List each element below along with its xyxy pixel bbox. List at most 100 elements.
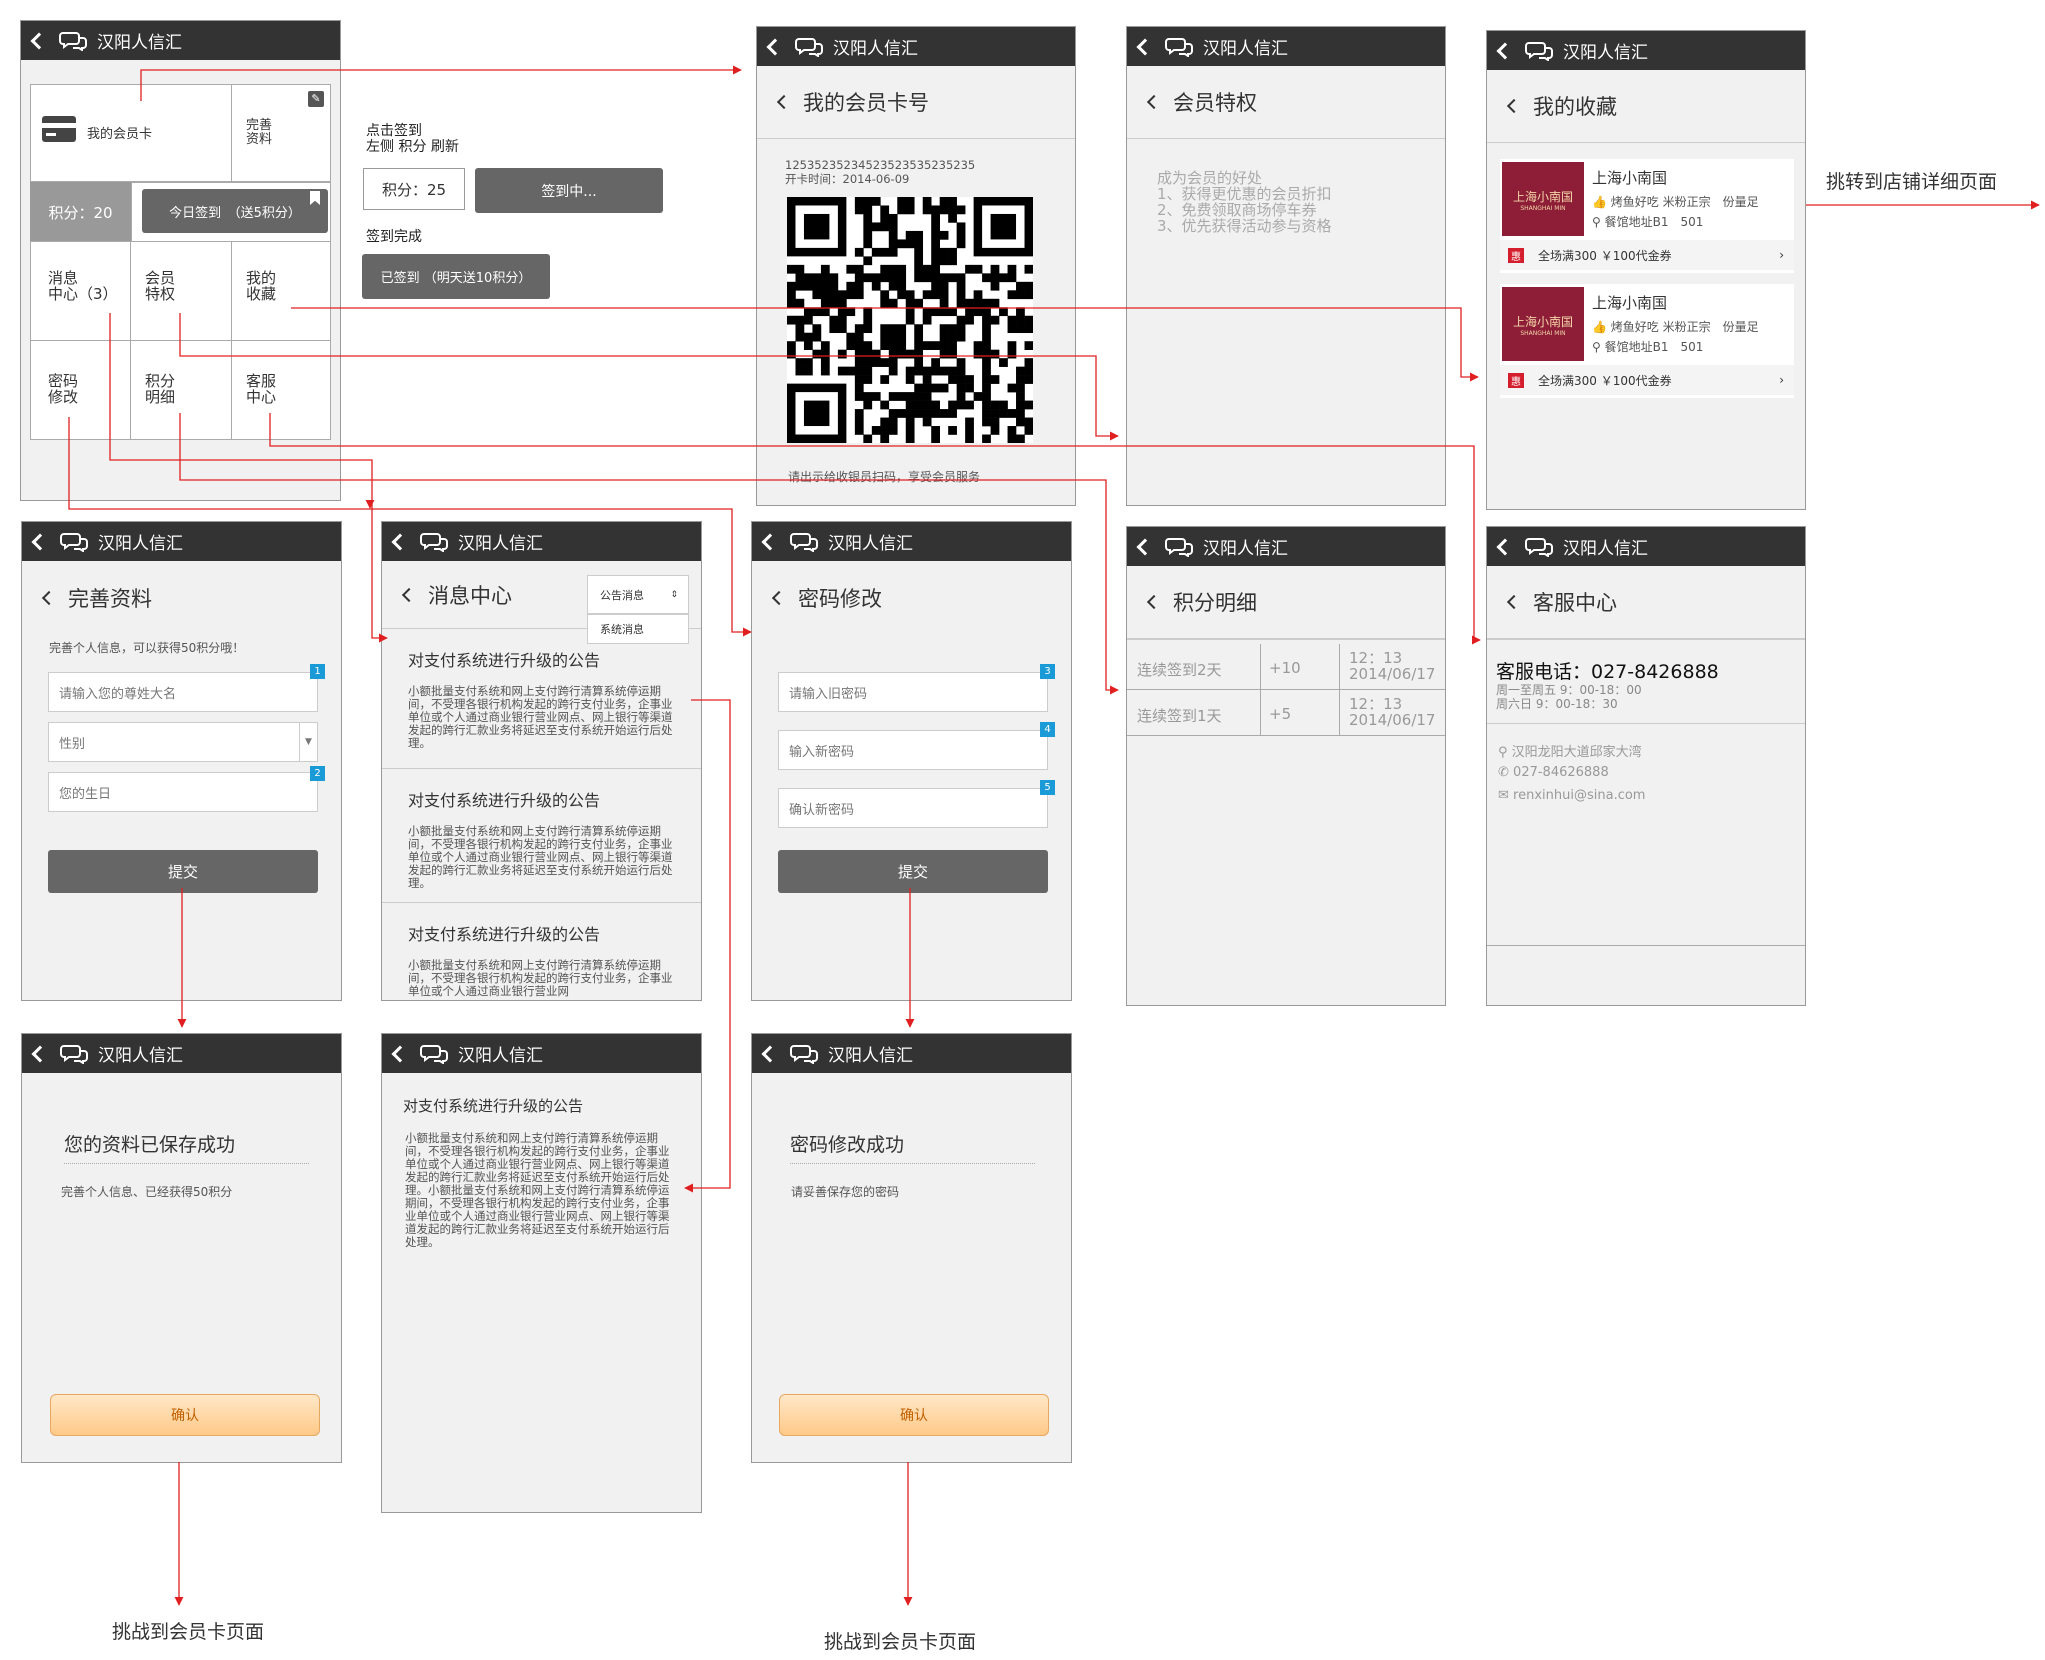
titlebar: 汉阳人信汇 [382, 1034, 701, 1073]
fav-name: 上海小南国 [1592, 169, 1668, 187]
fav-addr: ⚲ 餐馆地址B1 501 [1592, 338, 1703, 355]
card-icon [42, 116, 76, 142]
message-type-dropdown[interactable]: 公告消息 ⇕ [587, 575, 689, 614]
service-tel[interactable]: ✆ 027-84626888 [1498, 765, 1609, 780]
titlebar: 汉阳人信汇 [1487, 31, 1805, 70]
menu-privilege[interactable]: 会员 特权 [130, 241, 232, 341]
menu-messages[interactable]: 消息 中心（3） [30, 241, 131, 341]
chevron-left-icon[interactable] [771, 590, 787, 606]
chevron-right-icon: › [1779, 373, 1784, 387]
fav-item[interactable]: 上海小南国 SHANGHAI MIN 上海小南国 👍 烤鱼好吃 米粉正宗 份量足 … [1500, 284, 1794, 398]
back-icon[interactable] [31, 533, 49, 550]
password-submit-button[interactable]: 提交 [778, 850, 1048, 893]
qr-code [787, 197, 1034, 444]
back-icon[interactable] [761, 1045, 779, 1062]
fav-tags-text: 烤鱼好吃 米粉正宗 份量足 [1610, 195, 1759, 209]
points-time: 12：13 2014/06/17 [1349, 649, 1436, 683]
back-icon[interactable] [391, 533, 409, 550]
back-icon[interactable] [31, 1045, 49, 1062]
menu-favorites[interactable]: 我的 收藏 [231, 241, 331, 341]
card-open-date: 开卡时间：2014-06-09 [785, 172, 910, 186]
message-body: 小额批量支付系统和网上支付跨行清算系统停运期间，不受理各银行机构发起的跨行支付业… [408, 824, 673, 890]
complete-profile-cell[interactable]: 完善 资料 ✎ [231, 84, 331, 182]
message-item[interactable]: 对支付系统进行升级的公告 小额批量支付系统和网上支付跨行清算系统停运期间，不受理各… [382, 629, 701, 769]
chevron-left-icon[interactable] [776, 94, 792, 109]
chevron-left-icon[interactable] [1146, 594, 1162, 610]
signing-button[interactable]: 签到中... [475, 168, 663, 213]
menu-points-label: 积分 明细 [145, 372, 176, 406]
points-display: 积分：20 [30, 182, 131, 242]
name-input-ph: 请输入您的尊姓大名 [59, 686, 177, 702]
titlebar: 汉阳人信汇 [1127, 27, 1445, 66]
menu-points[interactable]: 积分 明细 [130, 340, 232, 440]
fav-promo[interactable]: 惠全场满300 ￥100代金券 › [1500, 365, 1794, 395]
message-item[interactable]: 对支付系统进行升级的公告 小额批量支付系统和网上支付跨行清算系统停运期间，不受理各… [382, 903, 701, 1000]
birthday-input[interactable]: 您的生日 [48, 772, 318, 812]
step-badge: 1 [310, 664, 325, 679]
back-icon[interactable] [766, 38, 784, 55]
logo-text-en: SHANGHAI MIN [1520, 205, 1566, 212]
screen-points: 汉阳人信汇 积分明细 连续签到2天 +10 12：13 2014/06/17 连… [1126, 526, 1446, 1006]
logo-text: 上海小南国 [1512, 190, 1573, 204]
member-card-label: 我的会员卡 [87, 127, 153, 142]
service-email[interactable]: ✉ renxinhui@sina.com [1498, 788, 1645, 803]
chat-bubbles-icon [420, 532, 448, 552]
back-icon[interactable] [1496, 538, 1514, 555]
chevron-left-icon[interactable] [1146, 94, 1162, 109]
confirm-password-input[interactable]: 确认新密码 [778, 788, 1048, 828]
points-box: 积分：25 [363, 168, 465, 210]
signin-hint: 点击签到 左侧 积分 刷新 [366, 123, 459, 155]
app-title: 汉阳人信汇 [458, 1046, 543, 1066]
menu-password[interactable]: 密码 修改 [30, 340, 131, 440]
fav-item[interactable]: 上海小南国 SHANGHAI MIN 上海小南国 👍 烤鱼好吃 米粉正宗 份量足 … [1500, 159, 1794, 273]
titlebar: 汉阳人信汇 [22, 1034, 341, 1073]
restaurant-logo: 上海小南国 SHANGHAI MIN [1502, 162, 1584, 236]
fav-promo[interactable]: 惠全场满300 ￥100代金券 › [1500, 240, 1794, 270]
chevron-left-icon[interactable] [401, 587, 417, 602]
pin-icon: ⚲ [1592, 340, 1601, 354]
step-badge: 3 [1040, 664, 1055, 679]
profile-header-title: 完善资料 [68, 587, 152, 611]
member-card-cell[interactable]: 我的会员卡 [30, 84, 232, 182]
phone-icon: ✆ [1498, 765, 1509, 780]
profile-ok-text: 完善个人信息、已经获得50积分 [61, 1185, 233, 1199]
points-value: +5 [1269, 705, 1292, 723]
profile-ok-confirm-button[interactable]: 确认 [50, 1394, 320, 1436]
back-icon[interactable] [1496, 42, 1514, 59]
pwd-ok-confirm-button[interactable]: 确认 [779, 1394, 1049, 1436]
pwd-ok-title: 密码修改成功 [790, 1130, 1035, 1164]
chevron-left-icon[interactable] [41, 590, 57, 606]
profile-submit-button[interactable]: 提交 [48, 850, 318, 893]
back-icon[interactable] [30, 32, 48, 49]
message-title: 对支付系统进行升级的公告 [408, 651, 601, 670]
points-header: 积分明细 [1127, 566, 1445, 640]
app-title: 汉阳人信汇 [1203, 539, 1288, 559]
chevron-left-icon[interactable] [1506, 98, 1522, 113]
back-icon[interactable] [761, 533, 779, 550]
back-icon[interactable] [391, 1045, 409, 1062]
fav-tags: 👍 烤鱼好吃 米粉正宗 份量足 [1592, 193, 1759, 210]
signed-button[interactable]: 已签到 （明天送10积分） [362, 254, 550, 299]
fav-tags: 👍 烤鱼好吃 米粉正宗 份量足 [1592, 318, 1759, 335]
new-password-input[interactable]: 输入新密码 [778, 730, 1048, 770]
signin-button[interactable]: 今日签到 （送5积分） [142, 189, 328, 233]
screen-password: 汉阳人信汇 密码修改 请输入旧密码 3 输入新密码 4 确认新密码 5 提交 [751, 521, 1072, 1001]
divider [1339, 644, 1340, 690]
menu-password-label: 密码 修改 [48, 372, 79, 406]
name-input[interactable]: 请输入您的尊姓大名 [48, 672, 318, 712]
back-icon[interactable] [1136, 538, 1154, 555]
screen-password-ok: 汉阳人信汇 密码修改成功 请妥善保存您的密码 确认 [751, 1033, 1072, 1463]
back-icon[interactable] [1136, 38, 1154, 55]
old-password-ph: 请输入旧密码 [789, 686, 868, 702]
chat-bubbles-icon [795, 37, 823, 57]
fav-tags-text: 烤鱼好吃 米粉正宗 份量足 [1610, 320, 1759, 334]
points-header-title: 积分明细 [1173, 591, 1257, 615]
password-header-title: 密码修改 [798, 587, 882, 611]
gender-select[interactable]: 性别 ▼ [48, 722, 318, 762]
message-item[interactable]: 对支付系统进行升级的公告 小额批量支付系统和网上支付跨行清算系统停运期间，不受理各… [382, 769, 701, 903]
chevron-left-icon[interactable] [1506, 594, 1522, 610]
menu-service[interactable]: 客服 中心 [231, 340, 331, 440]
old-password-input[interactable]: 请输入旧密码 [778, 672, 1048, 712]
service-tel-text: 027-84626888 [1513, 765, 1609, 780]
profile-hint: 完善个人信息，可以获得50积分哦！ [49, 641, 245, 655]
